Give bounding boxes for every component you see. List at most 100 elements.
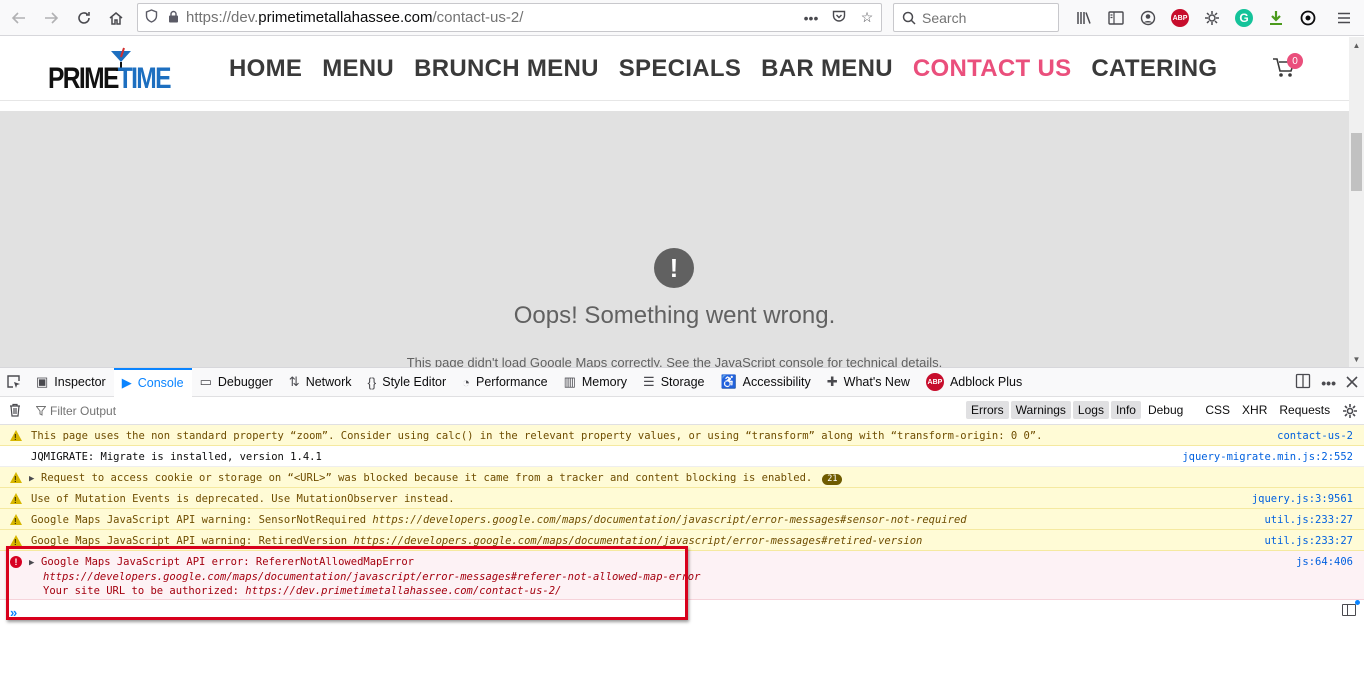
console-message-warning[interactable]: ▶Request to access cookie or storage on … [0, 467, 1364, 488]
debugger-icon: ▭ [199, 374, 212, 389]
scrollbar-thumb[interactable] [1351, 133, 1362, 191]
message-source-link[interactable]: jquery.js:3:9561 [1252, 492, 1353, 506]
trash-icon[interactable] [0, 403, 30, 420]
extension-circle-icon[interactable] [1292, 2, 1324, 34]
tab-style-editor[interactable]: {} Style Editor [360, 368, 455, 397]
bookmark-star-icon[interactable]: ☆ [853, 9, 881, 26]
console-settings-gear-icon[interactable] [1342, 403, 1358, 424]
nav-catering[interactable]: CATERING [1091, 55, 1217, 83]
console-message-error[interactable]: ! ▶ Google Maps JavaScript API error: Ref… [0, 551, 1364, 600]
nav-contact-us[interactable]: CONTACT US [913, 55, 1072, 83]
nav-menu[interactable]: MENU [322, 55, 394, 83]
console-message-warning[interactable]: Google Maps JavaScript API warning: Sens… [0, 509, 1364, 530]
map-error-title: Oops! Something went wrong. [513, 302, 836, 329]
home-button[interactable] [100, 2, 132, 34]
logo-text: PRIMETIME [48, 62, 172, 95]
scroll-up-arrow-icon[interactable]: ▲ [1349, 41, 1364, 50]
scroll-down-arrow-icon[interactable]: ▼ [1349, 355, 1364, 364]
element-picker-icon [7, 375, 20, 388]
toolbar-icons: ABP G [1068, 0, 1360, 36]
console-message-log[interactable]: JQMIGRATE: Migrate is installed, version… [0, 446, 1364, 467]
console-message-warning[interactable]: This page uses the non standard property… [0, 425, 1364, 446]
tab-inspector[interactable]: ▣ Inspector [28, 368, 114, 397]
nav-brunch-menu[interactable]: BRUNCH MENU [414, 55, 599, 83]
tab-debugger[interactable]: ▭ Debugger [192, 368, 281, 397]
tab-accessibility[interactable]: ♿ Accessibility [712, 368, 818, 397]
page-actions-icon[interactable]: ••• [797, 10, 825, 26]
message-source-link[interactable]: js:64:406 [1296, 555, 1353, 569]
message-url-link[interactable]: https://developers.google.com/maps/docum… [353, 535, 922, 547]
console-output: This page uses the non standard property… [0, 425, 1364, 600]
inspector-icon: ▣ [36, 374, 49, 389]
lock-icon[interactable] [164, 10, 182, 26]
library-icon[interactable] [1068, 2, 1100, 34]
tab-performance[interactable]: ◔ Performance [454, 368, 555, 397]
repeat-count-badge: 21 [822, 474, 843, 485]
tab-storage[interactable]: ☰ Storage [635, 368, 712, 397]
message-source-link[interactable]: util.js:233:27 [1264, 534, 1353, 548]
tab-memory[interactable]: ▥ Memory [556, 368, 635, 397]
expand-triangle-icon[interactable]: ▶ [29, 472, 41, 486]
filter-requests[interactable]: Requests [1274, 401, 1335, 419]
cart-count-badge: 0 [1287, 53, 1303, 69]
filter-errors[interactable]: Errors [966, 401, 1009, 419]
more-options-icon[interactable]: ••• [1321, 375, 1336, 391]
home-icon [109, 12, 123, 25]
tab-adblock-plus[interactable]: ABP Adblock Plus [918, 368, 1030, 397]
download-extension-icon[interactable] [1260, 2, 1292, 34]
hamburger-menu-icon[interactable] [1328, 2, 1360, 34]
filter-xhr[interactable]: XHR [1237, 401, 1272, 419]
tab-console[interactable]: ▶ Console [113, 367, 192, 397]
message-source-link[interactable]: jquery-migrate.min.js:2:552 [1182, 450, 1353, 464]
search-icon [902, 11, 916, 25]
tab-network[interactable]: ⇅ Network [281, 368, 360, 397]
tracking-shield-icon[interactable] [138, 9, 164, 26]
filter-css[interactable]: CSS [1200, 401, 1235, 419]
nav-bar-menu[interactable]: BAR MENU [761, 55, 893, 83]
sidebars-icon[interactable] [1100, 2, 1132, 34]
storage-icon: ☰ [643, 374, 655, 389]
accessibility-icon: ♿ [720, 374, 737, 389]
dock-icon[interactable] [1295, 373, 1311, 392]
console-message-warning[interactable]: Use of Mutation Events is deprecated. Us… [0, 488, 1364, 509]
pocket-icon[interactable] [825, 10, 853, 26]
message-source-link[interactable]: util.js:233:27 [1264, 513, 1353, 527]
error-doc-link[interactable]: https://developers.google.com/maps/docum… [43, 571, 700, 583]
element-picker-button[interactable] [0, 368, 28, 397]
filter-output-input[interactable]: Filter Output [36, 404, 116, 418]
site-nav: HOME MENU BRUNCH MENU SPECIALS BAR MENU … [219, 55, 1227, 83]
filter-funnel-icon [36, 406, 46, 416]
console-sidebar-toggle-icon[interactable] [1342, 600, 1360, 616]
url-bar[interactable]: https://dev.primetimetallahassee.com/con… [137, 3, 882, 32]
error-icon: ! [10, 556, 22, 568]
gear-extension-icon[interactable] [1196, 2, 1228, 34]
account-icon[interactable] [1132, 2, 1164, 34]
page-scrollbar[interactable]: ▲ ▼ [1349, 37, 1364, 367]
message-url-link[interactable]: https://developers.google.com/maps/docum… [372, 514, 966, 526]
search-bar[interactable]: Search [893, 3, 1059, 32]
message-source-link[interactable]: contact-us-2 [1277, 429, 1353, 443]
console-input-row[interactable]: » [0, 600, 1364, 624]
map-error-subtitle: This page didn't load Google Maps correc… [406, 355, 943, 367]
forward-button[interactable] [35, 2, 67, 34]
adblock-plus-icon[interactable]: ABP [1164, 2, 1196, 34]
expand-triangle-icon[interactable]: ▶ [29, 556, 41, 570]
memory-icon: ▥ [563, 374, 576, 389]
primetime-logo[interactable]: PRIMETIME [48, 47, 180, 95]
grammarly-icon[interactable]: G [1228, 2, 1260, 34]
nav-specials[interactable]: SPECIALS [619, 55, 741, 83]
filter-logs[interactable]: Logs [1072, 401, 1109, 419]
reload-button[interactable] [68, 2, 100, 34]
website-viewport: PRIMETIME HOME MENU BRUNCH MENU SPECIALS… [0, 37, 1349, 367]
close-devtools-icon[interactable] [1346, 375, 1358, 391]
filter-debug[interactable]: Debug [1143, 401, 1188, 419]
performance-icon: ◔ [462, 374, 471, 390]
back-button[interactable] [3, 2, 35, 34]
filter-info[interactable]: Info [1110, 401, 1141, 419]
filter-warnings[interactable]: Warnings [1010, 401, 1071, 419]
console-message-warning[interactable]: Google Maps JavaScript API warning: Reti… [0, 530, 1364, 551]
devtools-window-controls: ••• [1295, 368, 1358, 397]
forward-arrow-icon [45, 12, 59, 24]
nav-home[interactable]: HOME [229, 55, 302, 83]
tab-whats-new[interactable]: ✚ What's New [819, 368, 918, 397]
